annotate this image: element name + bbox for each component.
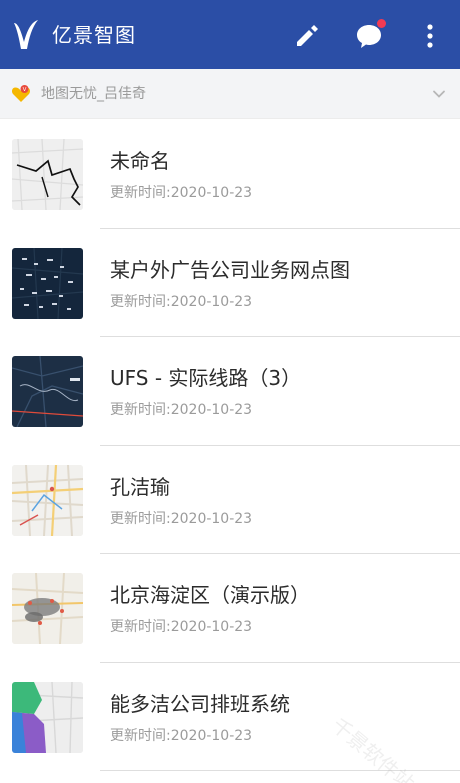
- notification-dot: [377, 19, 386, 28]
- map-thumbnail[interactable]: [12, 464, 83, 536]
- map-thumbnail[interactable]: [12, 573, 83, 644]
- map-title: 未命名: [110, 149, 170, 173]
- map-title: 某户外广告公司业务网点图: [110, 257, 350, 282]
- account-selector[interactable]: V 地图无忧_吕佳奇: [0, 69, 460, 119]
- app-header: 亿景智图: [0, 0, 460, 69]
- divider: [100, 770, 460, 771]
- list-item[interactable]: 孔洁瑜 更新时间:2020-10-23: [0, 446, 460, 554]
- list-item[interactable]: UFS - 实际线路（3） 更新时间:2020-10-23: [0, 337, 460, 446]
- list-item[interactable]: 能多洁公司排班系统 更新时间:2020-10-23: [0, 663, 460, 771]
- account-name: 地图无忧_吕佳奇: [41, 86, 146, 102]
- map-updated-time: 更新时间:2020-10-23: [110, 185, 253, 201]
- list-item[interactable]: 北京海淀区（演示版） 更新时间:2020-10-23: [0, 554, 460, 663]
- map-title: 孔洁瑜: [110, 474, 170, 499]
- v-logo-icon[interactable]: [12, 19, 40, 51]
- map-thumbnail[interactable]: [12, 356, 83, 427]
- more-vertical-icon[interactable]: [416, 22, 444, 50]
- map-thumbnail[interactable]: [12, 139, 83, 210]
- heart-badge-icon: V: [11, 85, 31, 102]
- app-title: 亿景智图: [52, 23, 136, 47]
- chevron-down-icon[interactable]: [431, 86, 447, 102]
- map-updated-time: 更新时间:2020-10-23: [110, 402, 253, 418]
- list-item[interactable]: 未命名 更新时间:2020-10-23: [0, 120, 460, 229]
- map-updated-time: 更新时间:2020-10-23: [110, 619, 253, 635]
- map-thumbnail[interactable]: [12, 681, 83, 753]
- map-title: UFS - 实际线路（3）: [110, 366, 302, 390]
- map-updated-time: 更新时间:2020-10-23: [110, 293, 253, 310]
- map-title: 北京海淀区（演示版）: [110, 583, 310, 607]
- list-item[interactable]: 某户外广告公司业务网点图 更新时间:2020-10-23: [0, 229, 460, 337]
- map-list: 未命名 更新时间:2020-10-23 某户外广告公司业务网点图 更新时间:20…: [0, 120, 460, 771]
- edit-pencil-icon[interactable]: [293, 22, 321, 50]
- map-title: 能多洁公司排班系统: [110, 691, 290, 716]
- map-updated-time: 更新时间:2020-10-23: [110, 510, 253, 527]
- map-updated-time: 更新时间:2020-10-23: [110, 727, 253, 744]
- svg-text:V: V: [23, 87, 27, 93]
- map-thumbnail[interactable]: [12, 247, 83, 319]
